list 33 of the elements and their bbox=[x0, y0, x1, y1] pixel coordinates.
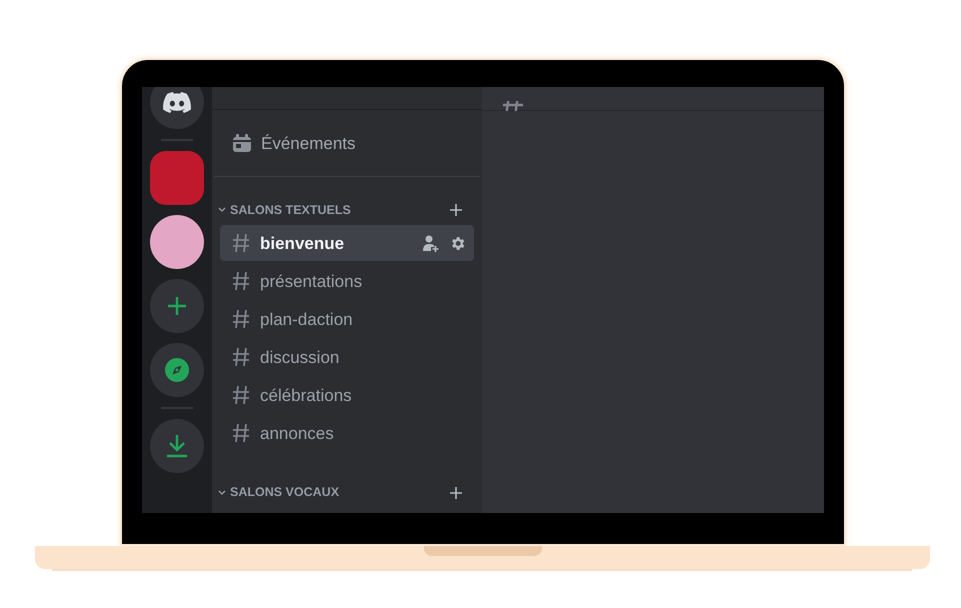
compass-icon bbox=[165, 358, 189, 382]
channel-name: présentations bbox=[260, 270, 364, 292]
channel-item[interactable]: discussion bbox=[220, 339, 474, 376]
hash-icon bbox=[232, 423, 250, 444]
channel-name: annonces bbox=[260, 422, 335, 444]
calendar-icon bbox=[232, 134, 252, 154]
hash-icon bbox=[232, 385, 250, 406]
events-label[interactable]: Événements bbox=[261, 131, 356, 156]
download-icon bbox=[166, 434, 188, 458]
channel-name: bienvenue bbox=[260, 232, 346, 254]
hash-icon bbox=[232, 233, 250, 254]
category-label[interactable]: SALONS TEXTUELS bbox=[230, 200, 450, 220]
channel-name: célébrations bbox=[260, 384, 353, 406]
plus-icon bbox=[167, 296, 187, 316]
channel-item[interactable]: bienvenue bbox=[220, 225, 474, 262]
channel-item[interactable]: plan-daction bbox=[220, 301, 474, 338]
settings-icon[interactable] bbox=[449, 234, 466, 252]
hash-icon bbox=[232, 271, 250, 292]
plus-icon[interactable] bbox=[450, 486, 462, 499]
channel-item[interactable]: célébrations bbox=[220, 377, 474, 414]
channel-item[interactable]: présentations bbox=[220, 263, 474, 300]
controller-logo-icon bbox=[163, 92, 191, 112]
hash-icon bbox=[502, 101, 524, 111]
server-photo-placeholder[interactable] bbox=[150, 215, 204, 269]
add-member-icon[interactable] bbox=[422, 234, 439, 252]
home-button[interactable] bbox=[150, 87, 204, 129]
channel-name: discussion bbox=[260, 346, 340, 368]
plus-icon[interactable] bbox=[450, 204, 462, 216]
channel-item[interactable]: annonces bbox=[220, 415, 474, 452]
hash-icon bbox=[232, 347, 250, 368]
hash-icon bbox=[232, 309, 250, 330]
channel-name: plan-daction bbox=[260, 308, 354, 330]
category-label[interactable]: SALONS VOCAUX bbox=[230, 483, 450, 502]
